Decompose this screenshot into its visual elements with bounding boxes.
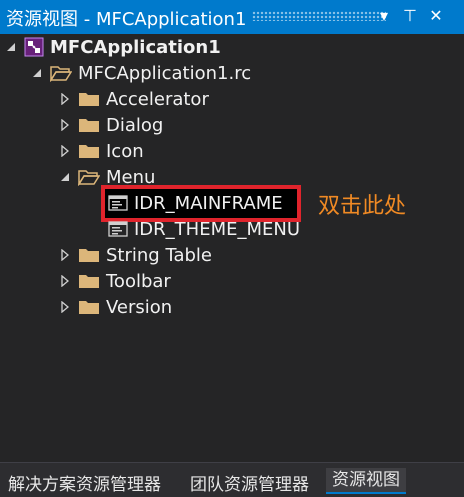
menu-resource-icon	[108, 220, 128, 238]
tree-node-label: String Table	[106, 244, 212, 266]
tree-node-string-table[interactable]: String Table	[58, 242, 212, 268]
close-icon[interactable]: ✕	[424, 4, 448, 28]
tree-node-label: Dialog	[106, 114, 164, 136]
tab-solution-explorer[interactable]: 解决方案资源管理器	[8, 470, 161, 495]
tree-node-accelerator[interactable]: Accelerator	[58, 86, 209, 112]
tree-node-rc-file[interactable]: MFCApplication1.rc	[30, 60, 251, 86]
tree-node-project[interactable]: MFCApplication1	[4, 34, 221, 60]
tab-resource-view[interactable]: 资源视图	[326, 468, 406, 494]
folder-icon	[78, 142, 100, 160]
collapsed-arrow-icon[interactable]	[58, 268, 72, 294]
pin-icon[interactable]: ⊤	[398, 4, 422, 28]
tree-node-version[interactable]: Version	[58, 294, 172, 320]
resource-view-tree: MFCApplication1 MFCApplication1.rc Accel…	[0, 34, 464, 462]
tree-node-toolbar[interactable]: Toolbar	[58, 268, 171, 294]
open-folder-icon	[50, 64, 72, 82]
tree-node-icon[interactable]: Icon	[58, 138, 144, 164]
tree-node-label: Version	[106, 296, 173, 318]
folder-icon	[78, 90, 100, 108]
tree-node-label: IDR_THEME_MENU	[134, 218, 301, 240]
panel-title-bar: 资源视图 - MFCApplication1 ▾ ⊤ ✕	[0, 0, 464, 34]
expanded-arrow-icon[interactable]	[58, 164, 72, 190]
collapsed-arrow-icon[interactable]	[58, 86, 72, 112]
project-icon	[24, 37, 44, 57]
annotation-double-click: 双击此处	[318, 194, 407, 219]
tree-node-dialog[interactable]: Dialog	[58, 112, 163, 138]
title-drag-grip[interactable]	[252, 11, 386, 21]
tree-node-label: Toolbar	[106, 270, 171, 292]
folder-icon	[78, 272, 100, 290]
expanded-arrow-icon[interactable]	[4, 34, 18, 60]
tree-node-idr-theme-menu[interactable]: IDR_THEME_MENU	[108, 216, 300, 242]
tree-node-idr-mainframe[interactable]: IDR_MAINFRAME	[108, 190, 283, 216]
tree-node-label: MFCApplication1	[50, 36, 221, 58]
tab-team-explorer[interactable]: 团队资源管理器	[190, 470, 309, 495]
folder-icon	[78, 298, 100, 316]
menu-resource-icon	[108, 194, 128, 212]
open-folder-icon	[78, 168, 100, 186]
tree-node-label: MFCApplication1.rc	[78, 62, 252, 84]
collapsed-arrow-icon[interactable]	[58, 242, 72, 268]
window-position-dropdown-icon[interactable]: ▾	[372, 4, 396, 28]
folder-icon	[78, 116, 100, 134]
tree-node-label: IDR_MAINFRAME	[134, 192, 283, 214]
collapsed-arrow-icon[interactable]	[58, 112, 72, 138]
folder-icon	[78, 246, 100, 264]
expanded-arrow-icon[interactable]	[30, 60, 44, 86]
collapsed-arrow-icon[interactable]	[58, 138, 72, 164]
tree-node-label: Accelerator	[106, 88, 209, 110]
bottom-tab-bar: 解决方案资源管理器 团队资源管理器 资源视图	[0, 462, 464, 497]
tree-node-label: Icon	[106, 140, 144, 162]
panel-title: 资源视图 - MFCApplication1	[6, 9, 247, 30]
collapsed-arrow-icon[interactable]	[58, 294, 72, 320]
